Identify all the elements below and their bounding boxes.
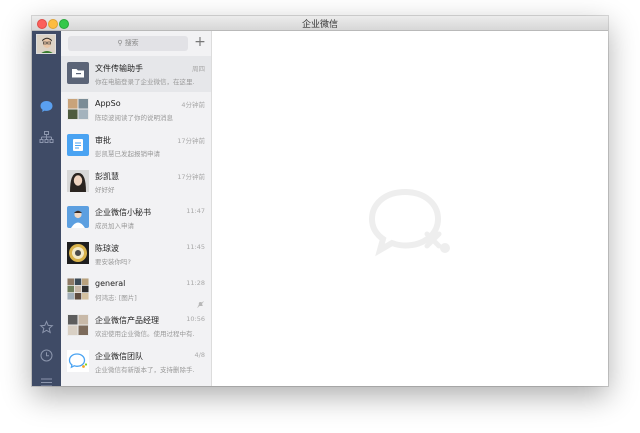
conversation-name: general: [95, 279, 126, 288]
conversation-item[interactable]: 陈琼波 要安装你吗? 11:45: [61, 236, 211, 272]
chat-bubble-icon[interactable]: [39, 99, 54, 114]
person-avatar: [67, 170, 89, 192]
menu-icon[interactable]: [39, 375, 54, 386]
conversation-time: 11:47: [186, 207, 205, 215]
star-icon[interactable]: [39, 320, 54, 335]
conversation-preview: 陈琼波阅读了你的说明消息: [95, 114, 173, 122]
org-chart-icon[interactable]: [39, 130, 54, 145]
mute-icon: [197, 293, 204, 308]
conversation-name: 企业微信团队: [95, 352, 143, 361]
folder-icon: [67, 62, 89, 84]
approval-icon: [67, 134, 89, 156]
clock-icon[interactable]: [39, 348, 54, 363]
search-placeholder: 搜索: [124, 39, 139, 47]
conversation-name: 文件传输助手: [95, 64, 143, 73]
conversation-item[interactable]: 企业微信团队 企业微信有新版本了，支持删除手... 4/8: [61, 344, 211, 380]
group-avatar: [67, 98, 89, 120]
conversation-time: 17分钟前: [177, 137, 205, 145]
conversation-preview: 好好好: [95, 186, 115, 194]
conversation-time: 4/8: [194, 351, 205, 359]
conversation-time: 4分钟前: [181, 101, 205, 109]
title-bar: 企业微信: [32, 16, 608, 31]
conversation-item[interactable]: 企业微信产品经理 欢迎使用企业微信。使用过程中有... 10:56: [61, 308, 211, 344]
conversation-preview: 何鸿志: [图片]: [95, 294, 137, 302]
user-avatar[interactable]: [36, 34, 56, 54]
conversation-time: 10:56: [186, 315, 205, 323]
conversation-name: 审批: [95, 136, 111, 145]
conversation-name: 彭凯慧: [95, 172, 119, 181]
conversation-time: 周四: [192, 65, 205, 73]
conversation-time: 11:45: [186, 243, 205, 251]
sidebar: [32, 31, 61, 386]
conversation-preview: 欢迎使用企业微信。使用过程中有...: [95, 330, 195, 338]
conversation-preview: 要安装你吗?: [95, 258, 131, 266]
conversation-item[interactable]: 文件传输助手 你在电脑登录了企业微信，在这里... 周四: [61, 56, 211, 92]
search-icon: ⚲: [117, 39, 123, 47]
conversation-list: ⚲ 搜索 + 文件传输助手 你在电脑登录了企业微信，在这里... 周四 AppS…: [61, 31, 212, 386]
conversation-item[interactable]: 企业微信小秘书 成员加入申请 11:47: [61, 200, 211, 236]
assistant-icon: [67, 206, 89, 228]
window-title: 企业微信: [301, 20, 338, 30]
conversation-name: AppSo: [95, 99, 121, 108]
conversation-item[interactable]: general 何鸿志: [图片] 11:28: [61, 272, 211, 308]
wework-placeholder-logo-icon: [367, 186, 457, 266]
add-button[interactable]: +: [193, 33, 207, 51]
conversation-items: 文件传输助手 你在电脑登录了企业微信，在这里... 周四 AppSo 陈琼波阅读…: [61, 56, 211, 380]
conversation-name: 企业微信小秘书: [95, 208, 151, 217]
search-input[interactable]: ⚲ 搜索: [68, 36, 188, 51]
app-window: 企业微信 ⚲ 搜索 + 文件传输助手 你在电脑登录了企业微信，在这里... 周四…: [32, 16, 608, 386]
conversation-item[interactable]: AppSo 陈琼波阅读了你的说明消息 4分钟前: [61, 92, 211, 128]
group-avatar: [67, 314, 89, 336]
conversation-item[interactable]: 彭凯慧 好好好 17分钟前: [61, 164, 211, 200]
wework-logo-icon: [67, 350, 89, 372]
conversation-name: 陈琼波: [95, 244, 119, 253]
conversation-time: 11:28: [186, 279, 205, 287]
person-avatar: [67, 242, 89, 264]
group-avatar: [67, 278, 89, 300]
conversation-item[interactable]: 审批 彭凯慧已发起报销申请 17分钟前: [61, 128, 211, 164]
conversation-name: 企业微信产品经理: [95, 316, 159, 325]
conversation-time: 17分钟前: [177, 173, 205, 181]
conversation-preview: 你在电脑登录了企业微信，在这里...: [95, 78, 195, 86]
conversation-preview: 成员加入申请: [95, 222, 134, 230]
chat-empty-area: [212, 31, 608, 386]
conversation-preview: 彭凯慧已发起报销申请: [95, 150, 160, 158]
conversation-preview: 企业微信有新版本了，支持删除手...: [95, 366, 195, 374]
